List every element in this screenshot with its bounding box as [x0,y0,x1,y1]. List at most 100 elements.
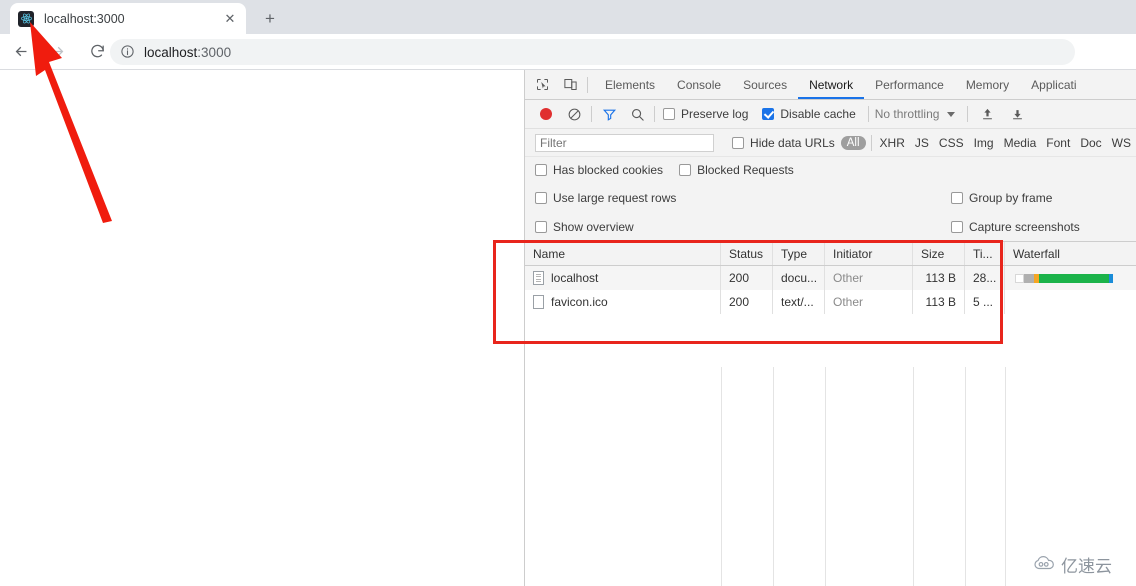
column-header-initiator[interactable]: Initiator [825,242,913,265]
new-tab-button[interactable]: + [256,7,284,31]
request-time: 5 ... [965,290,1005,314]
type-filter-css[interactable]: CSS [934,136,969,150]
request-initiator: Other [825,266,913,290]
back-icon[interactable] [6,37,36,67]
search-icon[interactable] [626,103,648,125]
blocked-requests-label: Blocked Requests [697,163,794,177]
blocked-requests-box[interactable] [679,164,692,176]
blocked-requests-checkbox[interactable]: Blocked Requests [679,163,794,177]
column-header-type[interactable]: Type [773,242,825,265]
reload-icon[interactable] [82,37,112,67]
use-large-request-rows-label: Use large request rows [553,190,677,205]
tab-application[interactable]: Applicati [1020,70,1087,99]
watermark: 亿速云 [1032,552,1112,577]
document-blank-icon [533,295,544,309]
tab-network[interactable]: Network [798,70,864,99]
blocked-filters-row: Has blocked cookies Blocked Requests [525,157,1136,183]
column-header-size[interactable]: Size [913,242,965,265]
table-row[interactable]: localhost 200 docu... Other 113 B 28... [525,266,1136,290]
devtools-tab-bar: Elements Console Sources Network Perform… [525,70,1136,100]
browser-window: localhost:3000 ✕ + localhost:3000 Elemen… [0,0,1136,586]
settings-row-1: Use large request rows Group by frame [525,183,1136,212]
use-large-request-rows-checkbox[interactable]: Use large request rows [535,191,676,205]
clear-icon[interactable] [563,103,585,125]
tab-performance[interactable]: Performance [864,70,955,99]
has-blocked-cookies-box[interactable] [535,164,547,176]
capture-screenshots-checkbox[interactable]: Capture screenshots [951,212,1080,241]
type-filter-all[interactable]: All [840,135,866,150]
filter-bar: Hide data URLs All XHR JS CSS Img Media … [525,129,1136,157]
device-toolbar-icon[interactable] [559,74,581,96]
browser-tab[interactable]: localhost:3000 ✕ [10,3,246,34]
chevron-down-icon[interactable] [947,111,956,117]
request-waterfall [1005,266,1136,290]
disable-cache-checkbox[interactable]: Disable cache [762,107,856,121]
address-bar-text: localhost:3000 [144,45,231,60]
use-large-request-rows-box[interactable] [535,191,547,204]
record-icon[interactable] [535,103,557,125]
site-info-icon[interactable] [120,44,136,60]
network-controls-row: Preserve log Disable cache No throttling [525,100,1136,129]
watermark-text: 亿速云 [1061,557,1112,576]
tab-title: localhost:3000 [44,11,125,26]
table-header-row: Name Status Type Initiator Size Ti... Wa… [525,241,1136,266]
cloud-logo-icon [1032,554,1056,576]
type-filter-img[interactable]: Img [969,136,999,150]
tab-console[interactable]: Console [666,70,732,99]
toolbar-separator [587,76,588,93]
filter-input[interactable] [535,133,715,152]
hide-data-urls-checkbox[interactable]: Hide data URLs [732,136,835,150]
preserve-log-checkbox[interactable]: Preserve log [663,107,748,121]
has-blocked-cookies-checkbox[interactable]: Has blocked cookies [535,163,663,177]
capture-screenshots-label: Capture screenshots [969,219,1080,234]
browser-toolbar: localhost:3000 [0,34,1136,70]
request-waterfall [1005,290,1136,314]
throttling-dropdown[interactable]: No throttling [875,107,956,121]
tab-strip: localhost:3000 ✕ + [0,0,1136,34]
show-overview-checkbox[interactable]: Show overview [535,220,634,234]
type-filter-media[interactable]: Media [999,136,1042,150]
request-name: favicon.ico [551,295,608,309]
url-port: :3000 [197,44,232,60]
group-by-frame-box[interactable] [951,191,963,204]
preserve-log-box[interactable] [663,108,675,120]
forward-icon [42,37,72,67]
filter-funnel-icon[interactable] [598,103,620,125]
hide-data-urls-box[interactable] [732,136,745,149]
tab-memory[interactable]: Memory [955,70,1020,99]
devtools-panel: Elements Console Sources Network Perform… [524,70,1136,586]
disable-cache-box[interactable] [762,108,775,120]
request-name: localhost [551,271,599,285]
request-size: 113 B [913,290,965,314]
import-har-icon[interactable] [1006,103,1028,125]
hide-data-urls-label: Hide data URLs [750,135,835,150]
group-by-frame-checkbox[interactable]: Group by frame [951,183,1052,212]
type-filter-xhr[interactable]: XHR [875,136,910,150]
url-host: localhost [144,44,198,60]
type-filter-font[interactable]: Font [1041,136,1075,150]
type-filter-js[interactable]: JS [910,136,934,150]
capture-screenshots-box[interactable] [951,220,963,233]
request-initiator: Other [825,290,913,314]
show-overview-box[interactable] [535,220,547,233]
close-icon[interactable]: ✕ [222,11,238,27]
column-header-time[interactable]: Ti... [965,242,1005,265]
request-type: text/... [773,290,825,314]
throttling-value: No throttling [874,107,940,121]
table-row[interactable]: favicon.ico 200 text/... Other 113 B 5 .… [525,290,1136,314]
type-filter-ws[interactable]: WS [1107,136,1136,150]
column-header-name[interactable]: Name [525,242,721,265]
document-icon [533,271,544,285]
tab-elements[interactable]: Elements [594,70,666,99]
react-favicon [18,10,34,27]
show-overview-label: Show overview [553,219,634,234]
preserve-log-label: Preserve log [681,107,749,121]
address-bar[interactable]: localhost:3000 [110,39,1075,65]
inspect-element-icon[interactable] [531,74,553,96]
export-har-icon[interactable] [976,103,998,125]
group-by-frame-label: Group by frame [969,190,1053,205]
column-header-status[interactable]: Status [721,242,773,265]
column-header-waterfall[interactable]: Waterfall [1005,242,1136,265]
tab-sources[interactable]: Sources [732,70,798,99]
type-filter-doc[interactable]: Doc [1075,136,1106,150]
